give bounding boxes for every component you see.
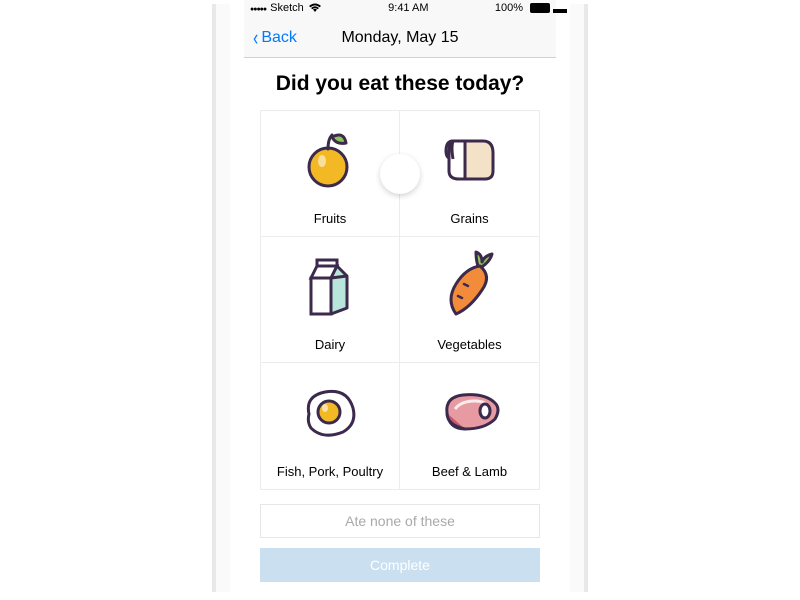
grains-icon	[439, 111, 501, 207]
carrier-label: Sketch	[270, 2, 304, 14]
tile-fish-pork-poultry[interactable]: Fish, Pork, Poultry	[261, 363, 400, 489]
phone-frame: Sketch 9:41 AM 100% ‹ Back Monday, May 1…	[230, 0, 570, 598]
vegetables-icon	[442, 237, 498, 333]
tile-label: Dairy	[315, 337, 345, 352]
complete-button[interactable]: Complete	[260, 548, 540, 582]
tile-label: Fish, Pork, Poultry	[277, 464, 383, 479]
none-button[interactable]: Ate none of these	[260, 504, 540, 538]
tile-grains[interactable]: Grains	[400, 111, 539, 237]
back-button[interactable]: ‹ Back	[244, 27, 297, 49]
tile-dairy[interactable]: Dairy	[261, 237, 400, 363]
wifi-icon	[308, 3, 322, 13]
meat-icon	[437, 363, 503, 460]
tile-label: Fruits	[314, 211, 347, 226]
egg-icon	[299, 363, 361, 460]
dairy-icon	[305, 237, 355, 333]
heading: Did you eat these today?	[260, 72, 540, 96]
back-label: Back	[261, 29, 297, 47]
center-knob[interactable]	[380, 154, 420, 194]
tile-vegetables[interactable]: Vegetables	[400, 237, 539, 363]
status-bar: Sketch 9:41 AM 100%	[244, 0, 556, 18]
chevron-left-icon: ‹	[253, 27, 258, 49]
tile-label: Vegetables	[437, 337, 501, 352]
battery-percent: 100%	[495, 2, 523, 14]
signal-icon	[250, 2, 266, 14]
fruits-icon	[302, 111, 358, 207]
clock: 9:41 AM	[388, 2, 428, 14]
tile-label: Beef & Lamb	[432, 464, 507, 479]
nav-bar: ‹ Back Monday, May 15	[244, 18, 556, 58]
battery-icon	[527, 3, 550, 13]
tile-beef-lamb[interactable]: Beef & Lamb	[400, 363, 539, 489]
tile-label: Grains	[450, 211, 488, 226]
